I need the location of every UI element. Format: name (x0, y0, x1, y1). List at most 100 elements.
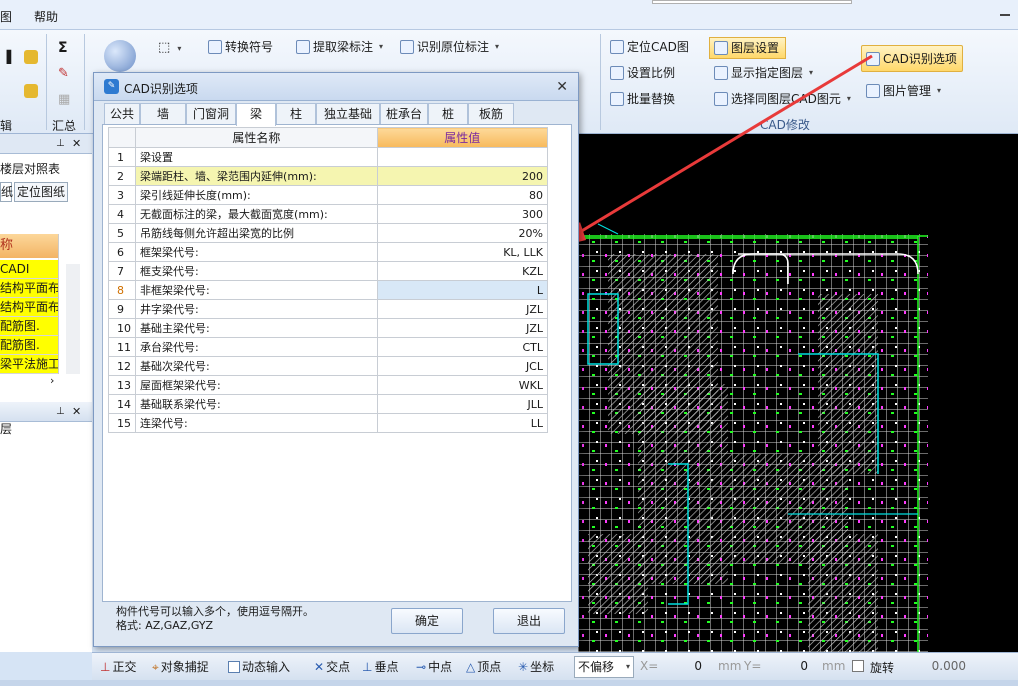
tab-isolated-foundation[interactable]: 独立基础 (316, 103, 380, 125)
coordinate-snap[interactable]: ✳ 坐标 (518, 658, 554, 676)
ortho-icon: ⊥ (100, 660, 111, 674)
mid-icon: ⊸ (416, 660, 427, 674)
ok-button[interactable]: 确定 (391, 608, 463, 634)
perpendicular-snap[interactable]: ⊥ 垂点 (362, 658, 398, 676)
table-row[interactable]: 2 梁端距柱、墙、梁范围内延伸(mm): 200 (107, 166, 549, 186)
property-value[interactable]: JLL (376, 394, 549, 414)
vertex-snap[interactable]: △ 顶点 (466, 658, 501, 676)
red-arrow-annotation (554, 54, 873, 248)
tab-beam[interactable]: 梁 (236, 103, 276, 126)
property-value[interactable]: 300 (376, 204, 549, 224)
dialog-title: CAD识别选项 (124, 82, 198, 96)
table-row[interactable]: 9 井字梁代号: JZL (107, 299, 549, 319)
snap-label: 对象捕捉 (160, 660, 209, 674)
tab-pile-cap[interactable]: 桩承台 (380, 103, 428, 125)
property-value[interactable]: L (376, 280, 549, 300)
list-item[interactable]: 梁平法施工 (0, 355, 58, 374)
close-icon[interactable]: ✕ (72, 134, 81, 154)
table-row[interactable]: 3 梁引线延伸长度(mm): 80 (107, 185, 549, 205)
dialog-title-bar[interactable]: ✎ CAD识别选项 ✕ (94, 73, 578, 101)
identify-origin-label-button[interactable]: 识别原位标注 ▾ (400, 37, 499, 57)
table-row[interactable]: 1 梁设置 (107, 147, 549, 167)
cad-logo-icon: ✎ (104, 79, 119, 94)
menu-item-help[interactable]: 帮助 (34, 8, 58, 25)
table-row[interactable]: 14 基础联系梁代号: JLL (107, 394, 549, 414)
list-item[interactable]: CADI (0, 260, 58, 279)
property-value[interactable]: WKL (376, 375, 549, 395)
locate-paper-tab[interactable]: 定位图纸 (14, 182, 68, 202)
list-item[interactable]: 结构平面布 (0, 298, 58, 317)
intersect-label: 交点 (326, 660, 351, 674)
exit-button[interactable]: 退出 (493, 608, 565, 634)
minimize-icon[interactable] (1000, 14, 1010, 16)
close-icon[interactable]: ✕ (72, 402, 81, 422)
property-value[interactable]: 80 (376, 185, 549, 205)
property-value[interactable]: 20% (376, 223, 549, 243)
pen-icon[interactable]: ✎ (58, 66, 69, 81)
intersection-snap[interactable]: ✕ 交点 (314, 658, 350, 676)
dynamic-input-toggle[interactable]: 动态输入 (228, 658, 290, 676)
table-row[interactable]: 7 框支梁代号: KZL (107, 261, 549, 281)
list-item[interactable]: 结构平面布 (0, 279, 58, 298)
offset-value: 不偏移 (578, 660, 615, 674)
table-row[interactable]: 15 连梁代号: LL (107, 413, 549, 433)
property-value[interactable]: KZL (376, 261, 549, 281)
tab-door-window[interactable]: 门窗洞 (186, 103, 236, 125)
row-number: 9 (107, 299, 137, 319)
scroll-right-icon[interactable]: › (50, 374, 54, 387)
identify-icon (400, 40, 414, 54)
pin-icon[interactable]: ⊥ (56, 134, 65, 154)
table-row[interactable]: 11 承台梁代号: CTL (107, 337, 549, 357)
offset-select[interactable]: 不偏移 ▾ (574, 656, 634, 678)
table-row[interactable]: 10 基础主梁代号: JZL (107, 318, 549, 338)
top-input[interactable] (652, 0, 852, 4)
x-input[interactable]: 0 (658, 656, 710, 678)
property-value[interactable] (376, 147, 549, 167)
property-value[interactable]: LL (376, 413, 549, 433)
convert-symbol-button[interactable]: 转换符号 (208, 37, 273, 57)
extract-beam-label-button[interactable]: 提取梁标注 ▾ (296, 37, 383, 57)
y-input[interactable]: 0 (764, 656, 816, 678)
property-name: 井字梁代号: (135, 299, 378, 319)
tab-pile[interactable]: 桩 (428, 103, 468, 125)
table-row[interactable]: 13 屋面框架梁代号: WKL (107, 375, 549, 395)
globe-icon[interactable] (104, 40, 136, 72)
paper-tab[interactable]: 纸 (0, 182, 13, 202)
lock-open-icon[interactable] (24, 84, 38, 98)
property-value[interactable]: JCL (376, 356, 549, 376)
list-item[interactable]: 配筋图. (0, 317, 58, 336)
table-row[interactable]: 12 基础次梁代号: JCL (107, 356, 549, 376)
property-value[interactable]: KL, LLK (376, 242, 549, 262)
menu-item-view[interactable]: 图 (0, 8, 12, 25)
floor-compare-label[interactable]: 楼层对照表 (0, 160, 60, 177)
property-value[interactable]: CTL (376, 337, 549, 357)
pin-icon[interactable]: ⊥ (56, 402, 65, 422)
mid-label: 中点 (428, 660, 453, 674)
cube-icon[interactable]: ⬚ ▾ (158, 40, 181, 55)
tab-common[interactable]: 公共 (104, 103, 140, 125)
property-value[interactable]: JZL (376, 299, 549, 319)
extract-icon (296, 40, 310, 54)
ortho-toggle[interactable]: ⊥ 正交 (100, 658, 136, 676)
tab-column[interactable]: 柱 (276, 103, 316, 125)
table-row-selected[interactable]: 8 非框架梁代号: L (107, 280, 549, 300)
table-row[interactable]: 6 框架梁代号: KL, LLK (107, 242, 549, 262)
lock-icon[interactable] (24, 50, 38, 64)
table-row[interactable]: 4 无截面标注的梁，最大截面宽度(mm): 300 (107, 204, 549, 224)
midpoint-snap[interactable]: ⊸ 中点 (416, 658, 452, 676)
sum-icon[interactable]: Σ (58, 40, 68, 56)
object-snap-toggle[interactable]: ⌖ 对象捕捉 (152, 658, 209, 676)
tab-slab-rebar[interactable]: 板筋 (468, 103, 514, 125)
table-row[interactable]: 5 吊筋线每侧允许超出梁宽的比例 20% (107, 223, 549, 243)
tab-wall[interactable]: 墙 (140, 103, 186, 125)
property-value[interactable]: 200 (376, 166, 549, 186)
list-scrollbar[interactable] (66, 264, 80, 374)
extract-beam-label-text: 提取梁标注 (313, 40, 374, 54)
row-number: 5 (107, 223, 137, 243)
list-item[interactable]: 配筋图. (0, 336, 58, 355)
property-value[interactable]: JZL (376, 318, 549, 338)
rotate-checkbox[interactable] (852, 660, 864, 672)
grid-icon[interactable]: ▦ (58, 92, 70, 107)
close-icon[interactable]: ✕ (556, 79, 568, 95)
rotate-input[interactable]: 0.000 (912, 656, 972, 678)
